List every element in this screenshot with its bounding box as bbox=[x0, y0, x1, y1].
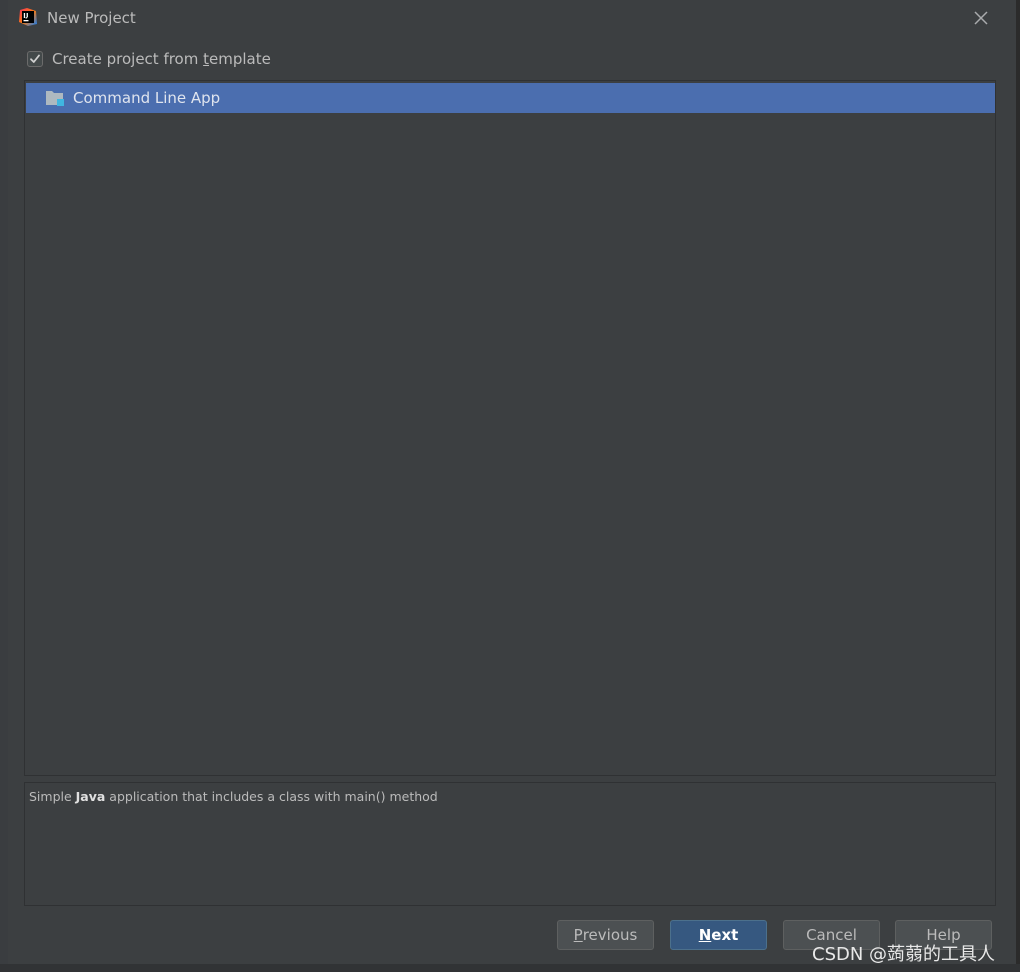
template-list: Command Line App bbox=[24, 80, 996, 776]
intellij-icon bbox=[19, 8, 37, 26]
previous-button[interactable]: Previous bbox=[557, 920, 654, 950]
checkmark-icon bbox=[30, 54, 40, 63]
list-item-command-line-app[interactable]: Command Line App bbox=[26, 83, 995, 113]
watermark: CSDN @蒟蒻的工具人 bbox=[812, 944, 996, 965]
next-button[interactable]: Next bbox=[670, 920, 767, 950]
create-from-template-label: Create project from template bbox=[52, 50, 271, 68]
create-from-template-checkbox[interactable] bbox=[27, 51, 43, 67]
template-description: Simple Java application that includes a … bbox=[24, 782, 996, 906]
close-icon[interactable] bbox=[971, 8, 991, 28]
list-item-label: Command Line App bbox=[73, 89, 221, 107]
folder-icon bbox=[46, 91, 64, 106]
create-from-template-option[interactable]: Create project from template bbox=[27, 49, 271, 69]
dialog-titlebar: New Project bbox=[8, 0, 1016, 36]
new-project-dialog: New Project Create project from template… bbox=[8, 0, 1017, 964]
description-text: Simple Java application that includes a … bbox=[29, 789, 438, 804]
dialog-title: New Project bbox=[47, 9, 136, 27]
